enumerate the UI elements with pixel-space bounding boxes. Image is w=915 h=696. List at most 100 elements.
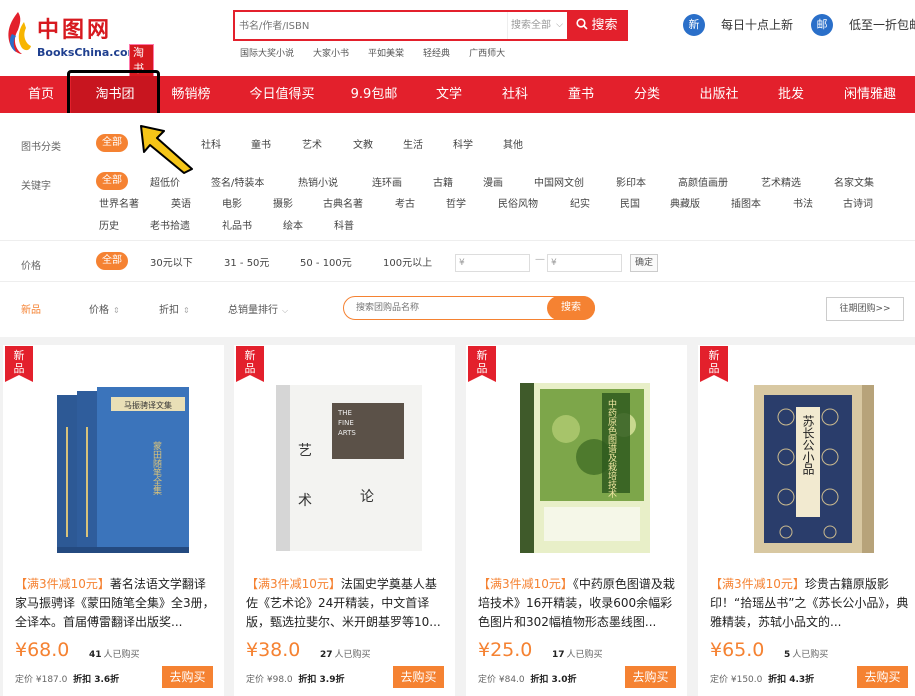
keyword-tag[interactable]: 电影 [222,195,242,210]
category-all[interactable]: 全部 [96,134,128,152]
keyword-tag[interactable]: 哲学 [446,195,466,210]
book2-cn1: 艺 [298,443,312,459]
keyword-tag[interactable]: 热销小说 [298,174,338,189]
keyword-tag[interactable]: 民俗风物 [498,195,538,210]
category-tag[interactable]: 文教 [353,136,373,151]
nav-wholesale[interactable]: 批发 [766,76,816,113]
keyword-tag[interactable]: 书法 [793,195,813,210]
hot-link[interactable]: 平如美棠 [368,46,404,59]
product-card[interactable]: 新品 中药原色图谱及栽培技术 【满3件减10元】《中药原色图谱及栽培技术》16开… [466,345,687,696]
keyword-tag[interactable]: 艺术精选 [761,174,801,189]
price-range[interactable]: 31 - 50元 [224,254,269,269]
product-card[interactable]: 新品 THE FINE ARTS 艺 术 论 【满3件减10元】法国史学奠基人基… [234,345,455,696]
keyword-tag[interactable]: 英语 [171,195,191,210]
keyword-tag[interactable]: 古典名著 [323,195,363,210]
keyword-tag[interactable]: 影印本 [616,174,646,189]
buy-button[interactable]: 去购买 [625,666,676,688]
free-shipping-link[interactable]: 低至一折包邮 [849,14,915,36]
category-tag[interactable]: 其他 [503,136,523,151]
group-search-box: 搜索 [343,296,595,320]
price-confirm-button[interactable]: 确定 [630,254,659,272]
keyword-tag[interactable]: 礼品书 [222,217,252,232]
product-title[interactable]: 【满3件减10元】《中药原色图谱及栽培技术》16开精装，收录600余幅彩色图片和… [478,575,678,632]
divider [0,240,915,241]
group-search-input[interactable] [356,300,536,316]
list-price-text: 定价 ¥98.0 [246,675,293,685]
book2-line3: ARTS [338,429,356,437]
nav-categories[interactable]: 分类 [622,76,672,113]
search-input[interactable] [239,17,499,35]
category-tag[interactable]: 生活 [403,136,423,151]
keyword-tag[interactable]: 高颜值画册 [678,174,728,189]
product-grid: 新品 马振骋译文集 蒙田随笔全集 【满3件减10元】著名法语文学翻译家马振骋译《… [0,337,915,696]
keyword-tag[interactable]: 科普 [334,217,354,232]
product-title[interactable]: 【满3件减10元】著名法语文学翻译家马振骋译《蒙田随笔全集》全3册，全译本。首届… [15,575,215,632]
book-cover-image[interactable]: 马振骋译文集 蒙田随笔全集 [11,367,216,557]
category-tag[interactable]: 社科 [201,136,221,151]
search-scope-select[interactable]: 搜索全部 ⌵ [507,12,567,39]
product-card[interactable]: 新品 马振骋译文集 蒙田随笔全集 【满3件减10元】著名法语文学翻译家马振骋译《… [3,345,224,696]
keyword-all[interactable]: 全部 [96,172,128,190]
hot-link[interactable]: 大家小书 [313,46,349,59]
nav-social-science[interactable]: 社科 [490,76,540,113]
keyword-tag[interactable]: 纪实 [570,195,590,210]
nav-publishers[interactable]: 出版社 [690,76,748,113]
book-cover-image[interactable]: 中药原色图谱及栽培技术 [474,367,679,557]
nav-today-deals[interactable]: 今日值得买 [240,76,324,113]
category-tag[interactable]: 艺术 [302,136,322,151]
price-min-input[interactable]: ¥ [455,254,530,272]
nav-leisure[interactable]: 闲情雅趣 [832,76,908,113]
keyword-tag[interactable]: 中国网文创 [534,174,584,189]
product-card[interactable]: 新品 苏长公小品 【满3件减10元】珍贵古籍原版影印！“拾瑶丛书”之《苏长公小品… [698,345,915,696]
hot-link[interactable]: 国际大奖小说 [240,46,294,59]
buy-button[interactable]: 去购买 [857,666,908,688]
category-tag[interactable]: 童书 [251,136,271,151]
buy-button[interactable]: 去购买 [162,666,213,688]
book-cover-image[interactable]: 苏长公小品 [706,367,911,557]
price-range[interactable]: 50 - 100元 [300,254,352,269]
book-cover-image[interactable]: THE FINE ARTS 艺 术 论 [242,367,447,557]
hot-link[interactable]: 广西师大 [469,46,505,59]
sort-discount[interactable]: 折扣 ⇕ [159,301,190,316]
keyword-tag[interactable]: 典藏版 [670,195,700,210]
keyword-tag[interactable]: 古诗词 [843,195,873,210]
keyword-tag[interactable]: 考古 [395,195,415,210]
keyword-tag[interactable]: 历史 [99,217,119,232]
nav-literature[interactable]: 文学 [424,76,474,113]
keyword-tag[interactable]: 古籍 [433,174,453,189]
buy-button[interactable]: 去购买 [393,666,444,688]
price-all[interactable]: 全部 [96,252,128,270]
keyword-tag[interactable]: 名家文集 [834,174,874,189]
nav-bestsellers[interactable]: 畅销榜 [162,76,220,113]
price-max-input[interactable]: ¥ [547,254,622,272]
keyword-tag[interactable]: 老书拾遗 [150,217,190,232]
past-groups-button[interactable]: 往期团购>> [826,297,904,321]
keyword-tag[interactable]: 签名/特装本 [211,174,264,189]
sort-price[interactable]: 价格 ⇕ [89,301,120,316]
search-button[interactable]: 搜索 [567,11,627,40]
keyword-tag[interactable]: 民国 [620,195,640,210]
keyword-tag[interactable]: 漫画 [483,174,503,189]
keyword-tag[interactable]: 摄影 [273,195,293,210]
price-range[interactable]: 30元以下 [150,254,193,269]
product-title[interactable]: 【满3件减10元】珍贵古籍原版影印！“拾瑶丛书”之《苏长公小品》，典雅精装，苏轼… [710,575,910,632]
keyword-tag[interactable]: 世界名著 [99,195,139,210]
product-title[interactable]: 【满3件减10元】法国史学奠基人基佐《艺术论》24开精装，中文首译版，甄选拉斐尔… [246,575,446,632]
nav-children[interactable]: 童书 [556,76,606,113]
sort-new[interactable]: 新品 [21,301,41,316]
list-price: 定价 ¥84.0 折扣 3.0折 [478,672,576,685]
keyword-tag[interactable]: 超低价 [150,174,180,189]
price-range[interactable]: 100元以上 [383,254,432,269]
group-search-button[interactable]: 搜索 [547,296,595,320]
hot-link[interactable]: 轻经典 [423,46,450,59]
nav-9-9-free-shipping[interactable]: 9.9包邮 [343,76,405,113]
discount-text: 折扣 3.0折 [530,675,577,685]
nav-home[interactable]: 首页 [14,76,68,113]
keyword-tag[interactable]: 绘本 [283,217,303,232]
sort-sales[interactable]: 总销量排行 ⌵ [228,301,288,316]
daily-new-link[interactable]: 每日十点上新 [721,14,793,36]
keyword-tag[interactable]: 连环画 [372,174,402,189]
keyword-tag[interactable]: 插图本 [731,195,761,210]
category-tag[interactable]: 科学 [453,136,473,151]
site-logo[interactable]: 中图网 BooksChina.com 淘书团 [4,10,154,94]
